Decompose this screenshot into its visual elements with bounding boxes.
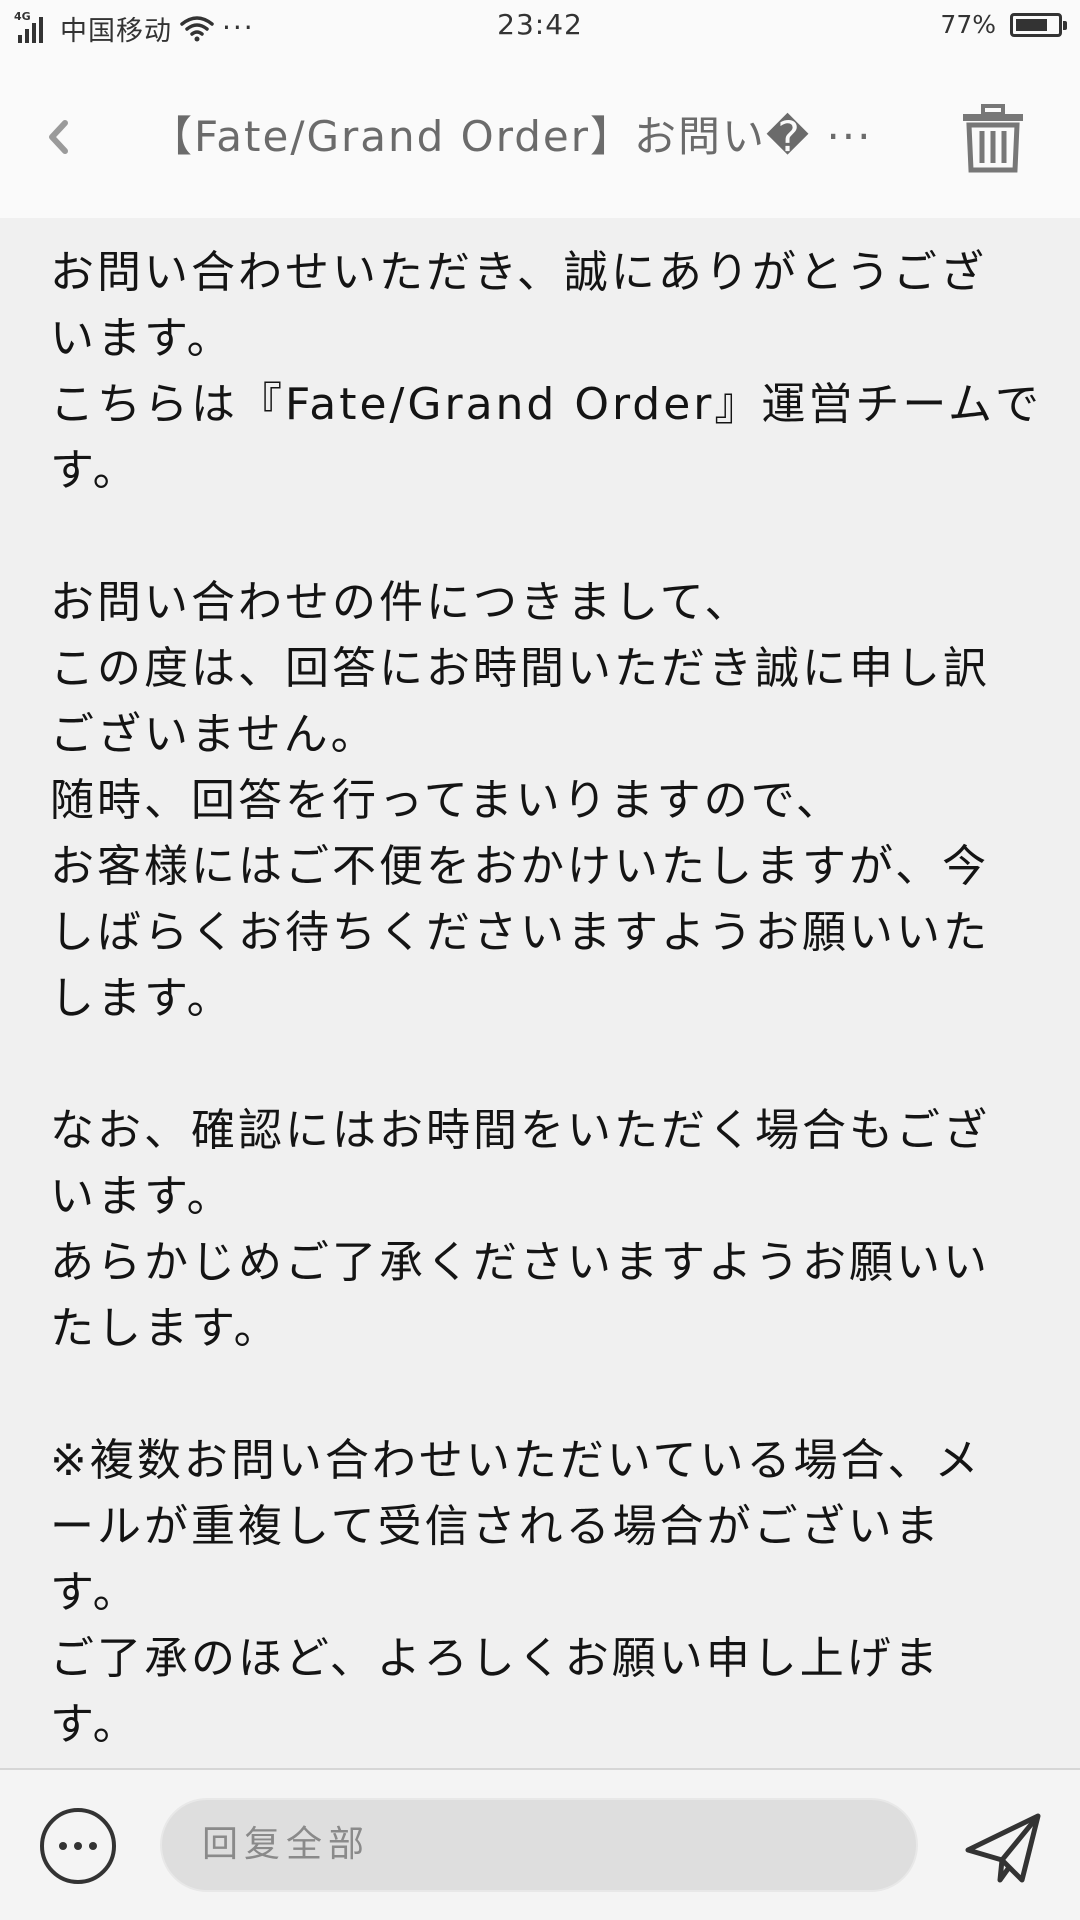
message-line: あらかじめご了承くださいますようお願いい — [50, 1237, 990, 1288]
message-line: す。 — [50, 445, 140, 496]
message-line: す。 — [50, 1699, 140, 1750]
message-line: ールが重複して受信される場合がございま — [50, 1501, 942, 1552]
send-button[interactable] — [964, 1810, 1044, 1886]
message-line: この度は、回答にお時間いただき誠に申し訳 — [50, 643, 990, 694]
battery-fill — [1016, 18, 1047, 31]
reply-all-input[interactable]: 回复全部 — [160, 1798, 918, 1892]
message-line: ※複数お問い合わせいただいている場合、メ — [50, 1435, 982, 1486]
message-line: ご了承のほど、よろしくお願い申し上げま — [50, 1633, 941, 1684]
message-line: お問い合わせいただき、誠にありがとうござ — [50, 247, 987, 298]
back-button[interactable] — [26, 102, 90, 172]
message-content[interactable]: お問い合わせいただき、誠にありがとうござ います。こちらは『Fate/Grand … — [0, 218, 1080, 1768]
message-line: なお、確認にはお時間をいただく場合もござ — [50, 1105, 990, 1156]
message-blank-line — [50, 1032, 1030, 1098]
more-options-button[interactable] — [40, 1808, 116, 1884]
more-options-icon — [59, 1842, 67, 1850]
status-right: 77% — [940, 10, 1067, 39]
message-body: お問い合わせいただき、誠にありがとうござ います。こちらは『Fate/Grand … — [50, 240, 1043, 1758]
message-line: ございません。 — [50, 709, 378, 760]
reply-bar: 回复全部 — [0, 1770, 1080, 1920]
message-line: す。 — [50, 1567, 140, 1618]
message-line: お客様にはご不便をおかけいたしますが、今 — [50, 841, 990, 892]
delete-button[interactable] — [960, 104, 1026, 174]
status-time: 23:42 — [497, 8, 583, 41]
battery-icon — [1010, 12, 1067, 37]
message-line: います。 — [50, 1171, 234, 1222]
message-line: います。 — [50, 313, 234, 364]
message-line: します。 — [50, 973, 234, 1024]
chevron-left-icon — [49, 120, 68, 154]
message-line: こちらは『Fate/Grand Order』運営チームで — [50, 379, 1043, 430]
message-line: 随時、回答を行ってまいりますので、 — [50, 775, 843, 826]
status-bar: 4G 中国移动 ··· 23:42 77% — [0, 0, 1080, 56]
message-line: しばらくお待ちくださいますようお願いいた — [50, 907, 990, 958]
message-blank-line — [50, 1362, 1030, 1428]
message-line: たします。 — [50, 1303, 281, 1354]
message-line: お問い合わせの件につきまして、 — [50, 577, 752, 628]
battery-percent: 77% — [940, 10, 996, 39]
message-blank-line — [50, 504, 1030, 570]
trash-icon — [963, 104, 1023, 173]
page-title: 【Fate/Grand Order】お問い� ··· — [150, 112, 873, 161]
send-icon — [965, 1813, 1041, 1883]
nav-bar: 【Fate/Grand Order】お問い� ··· — [0, 56, 1080, 218]
